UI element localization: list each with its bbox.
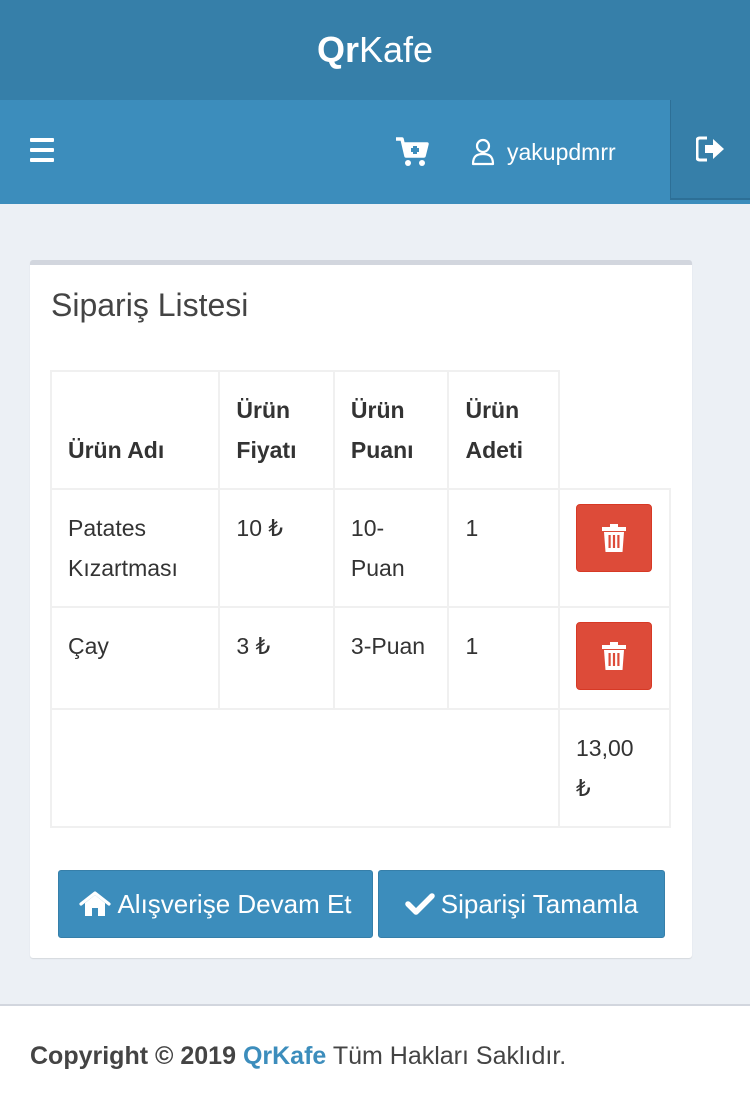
trash-icon: [602, 642, 626, 670]
top-navbar: yakupdmrr: [0, 100, 750, 204]
cell-product-name: Patates Kızartması: [49, 488, 221, 608]
page-title: Sipariş Listesi: [51, 287, 249, 323]
table-row: Çay 3 ₺ 3-Puan 1: [49, 606, 671, 710]
delete-item-button[interactable]: [576, 504, 652, 572]
table-row: Patates Kızartması 10 ₺ 10-Puan 1: [49, 488, 671, 608]
check-icon: [405, 893, 435, 915]
app-logo[interactable]: Qr Kafe: [0, 0, 750, 100]
order-table: Ürün Adı Ürün Fiyatı Ürün Puanı Ürün Ade…: [49, 370, 671, 828]
cell-product-qty: 1: [447, 606, 560, 710]
order-total: 13,00 ₺: [558, 708, 671, 828]
complete-order-label: Siparişi Tamamla: [440, 888, 639, 919]
cell-product-price: 10 ₺: [218, 488, 335, 608]
continue-shopping-label: Alışverişe Devam Et: [117, 888, 352, 919]
username-label: yakupdmrr: [507, 138, 616, 165]
home-icon: [79, 891, 112, 916]
col-product-name: Ürün Adı: [49, 370, 221, 490]
rights-text: Tüm Hakları Saklıdır.: [332, 1042, 567, 1070]
trash-icon: [602, 524, 626, 552]
total-row: 13,00 ₺: [50, 708, 671, 828]
cart-icon[interactable]: [395, 136, 429, 168]
cell-product-name: Çay: [49, 606, 221, 710]
cell-product-price: 3 ₺: [218, 606, 335, 710]
copyright-text: Copyright © 2019: [30, 1042, 236, 1070]
order-list-box: Sipariş Listesi Ürün Adı Ürün Fiyatı Ürü…: [30, 260, 692, 958]
footer-brand-link[interactable]: QrKafe: [243, 1042, 326, 1070]
table-header-row: Ürün Adı Ürün Fiyatı Ürün Puanı Ürün Ade…: [49, 370, 670, 490]
logo-part-kafe: Kafe: [358, 29, 434, 70]
cell-product-points: 10-Puan: [332, 488, 450, 608]
total-spacer-cell: [50, 708, 560, 828]
continue-shopping-button[interactable]: Alışverişe Devam Et: [58, 870, 373, 938]
page-footer: Copyright © 2019 QrKafe Tüm Hakları Sakl…: [0, 1004, 750, 1105]
complete-order-button[interactable]: Siparişi Tamamla: [378, 870, 665, 938]
delete-item-button[interactable]: [576, 622, 652, 690]
cell-actions: [558, 488, 671, 608]
col-product-price: Ürün Fiyatı: [218, 370, 335, 490]
logout-button[interactable]: [670, 100, 750, 200]
logo-part-qr: Qr: [316, 29, 359, 70]
col-actions: [558, 371, 670, 490]
cell-actions: [558, 606, 671, 710]
sign-out-icon: [695, 136, 724, 162]
user-icon: [471, 138, 495, 166]
col-product-qty: Ürün Adeti: [447, 370, 560, 490]
menu-toggle-icon[interactable]: [30, 138, 54, 162]
col-product-points: Ürün Puanı: [332, 370, 450, 490]
user-menu[interactable]: yakupdmrr: [471, 134, 616, 170]
cell-product-points: 3-Puan: [332, 606, 450, 710]
cell-product-qty: 1: [447, 488, 560, 608]
